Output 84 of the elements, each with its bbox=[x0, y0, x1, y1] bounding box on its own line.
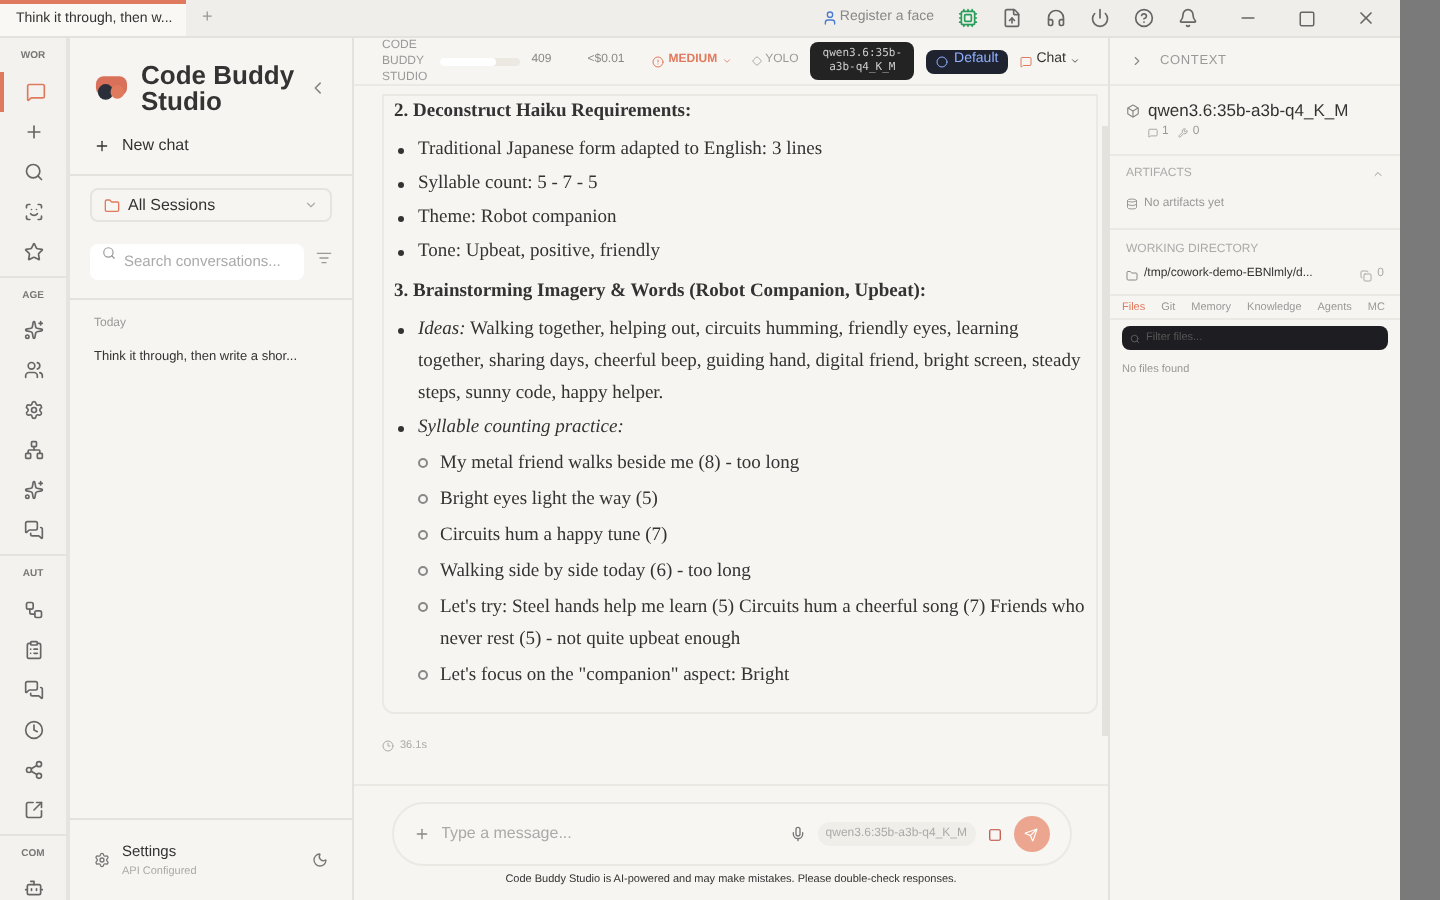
app-name: Code Buddy Studio bbox=[141, 62, 297, 114]
bullet-icon bbox=[418, 494, 428, 504]
search-icon bbox=[102, 245, 116, 259]
circle-icon bbox=[936, 55, 949, 67]
rail-icon bbox=[23, 799, 43, 819]
rail-icon bbox=[23, 400, 43, 420]
rail-icon bbox=[23, 679, 43, 699]
maximize-icon[interactable] bbox=[1298, 9, 1316, 27]
search-icon bbox=[1130, 333, 1140, 344]
rail-icon bbox=[23, 201, 43, 221]
help-icon[interactable] bbox=[1134, 8, 1154, 28]
rail-icon bbox=[23, 360, 43, 380]
stop-icon[interactable] bbox=[987, 827, 1001, 841]
rail-icon bbox=[23, 639, 43, 659]
artifacts-icon bbox=[1126, 198, 1138, 211]
bell-icon[interactable] bbox=[1178, 8, 1198, 28]
bullet-icon bbox=[418, 530, 428, 540]
diamond-icon bbox=[751, 56, 762, 66]
close-icon[interactable] bbox=[1356, 8, 1376, 28]
mic-icon[interactable] bbox=[789, 826, 806, 842]
power-icon[interactable] bbox=[1090, 8, 1110, 28]
rail-icon bbox=[23, 121, 43, 141]
rail-icon bbox=[23, 878, 43, 898]
rail-icon bbox=[23, 599, 43, 619]
theme-icon[interactable] bbox=[312, 852, 328, 868]
user-icon bbox=[821, 10, 838, 26]
chevron-down-icon bbox=[304, 198, 318, 212]
folder-icon bbox=[104, 197, 120, 213]
bullet-text: Let's try: Steel hands help me learn (5) Circuits hum a cheerful song (7) Friends who never rest (5) - not quite upbeat enough bbox=[440, 596, 1086, 654]
bullet-text: Tone: Upbeat, positive, friendly bbox=[418, 240, 660, 266]
rail-icon bbox=[23, 161, 43, 181]
tool-count-icon bbox=[1178, 127, 1189, 138]
bullet-icon bbox=[398, 328, 404, 334]
chat-icon bbox=[1020, 55, 1033, 67]
bullet-text: Syllable count: 5 - 7 - 5 bbox=[418, 172, 598, 198]
bullet-icon bbox=[418, 458, 428, 468]
bullet-text: Let's focus on the "companion" aspect: Bright bbox=[440, 664, 790, 690]
rail-icon bbox=[23, 440, 43, 460]
bullet-text: Theme: Robot companion bbox=[418, 206, 617, 232]
bullet-text: Syllable counting practice: bbox=[418, 416, 624, 442]
rail-icon bbox=[23, 759, 43, 779]
plus-icon bbox=[94, 138, 110, 154]
bullet-icon bbox=[418, 566, 428, 576]
alert-icon bbox=[652, 55, 665, 67]
chevron-down-icon bbox=[721, 56, 732, 66]
rail-icon bbox=[23, 241, 43, 261]
file-icon[interactable] bbox=[1002, 8, 1022, 28]
bullet-icon bbox=[398, 250, 404, 256]
rail-icon bbox=[23, 480, 43, 500]
rail-icon bbox=[25, 81, 45, 101]
chip-icon[interactable] bbox=[958, 8, 978, 28]
bullet-text: Traditional Japanese form adapted to English: 3 lines bbox=[418, 138, 823, 164]
attach-icon[interactable] bbox=[413, 826, 429, 842]
clock-icon bbox=[382, 740, 394, 752]
logo-icon bbox=[94, 74, 129, 102]
headphones-icon[interactable] bbox=[1046, 8, 1066, 28]
rail-icon bbox=[23, 719, 43, 739]
bullet-text: Ideas: Walking together, helping out, circuits humming, friendly eyes, learning together, sharing days, cheerful beep, guiding hand, digital friend, bright screen, steady steps, sunny code, happy helper. bbox=[418, 318, 1083, 408]
bullet-text: Circuits hum a happy tune (7) bbox=[440, 524, 668, 550]
new-chat-button[interactable]: New chat bbox=[94, 134, 328, 158]
bullet-text: My metal friend walks beside me (8) - too long bbox=[440, 452, 800, 478]
rail-icon bbox=[23, 520, 43, 540]
model-name: qwen3.6:35b-a3b-q4_K_M bbox=[1148, 98, 1349, 124]
message-count-icon bbox=[1148, 127, 1158, 138]
settings-icon[interactable] bbox=[94, 852, 110, 868]
sessions-dropdown[interactable]: All Sessions bbox=[90, 188, 332, 222]
bullet-icon bbox=[398, 216, 404, 222]
rail-icon bbox=[23, 320, 43, 340]
chevron-down-icon bbox=[1070, 56, 1080, 66]
bullet-text: Bright eyes light the way (5) bbox=[440, 488, 658, 514]
expand-icon[interactable] bbox=[1130, 54, 1144, 68]
new-tab-button[interactable]: + bbox=[202, 4, 213, 32]
send-icon bbox=[1024, 827, 1038, 841]
bullet-icon bbox=[398, 182, 404, 188]
bullet-text: Walking side by side today (6) - too long bbox=[440, 560, 751, 586]
section-heading: 2. Deconstruct Haiku Requirements: bbox=[394, 100, 694, 126]
bullet-icon bbox=[418, 670, 428, 680]
bullet-icon bbox=[418, 602, 428, 612]
filter-icon[interactable] bbox=[316, 250, 332, 266]
folder-icon bbox=[1126, 269, 1138, 282]
bullet-icon bbox=[398, 148, 404, 154]
model-icon bbox=[1126, 103, 1140, 118]
bullet-icon bbox=[398, 426, 404, 432]
section-heading: 3. Brainstorming Imagery & Words (Robot Companion, Upbeat): bbox=[394, 280, 929, 306]
